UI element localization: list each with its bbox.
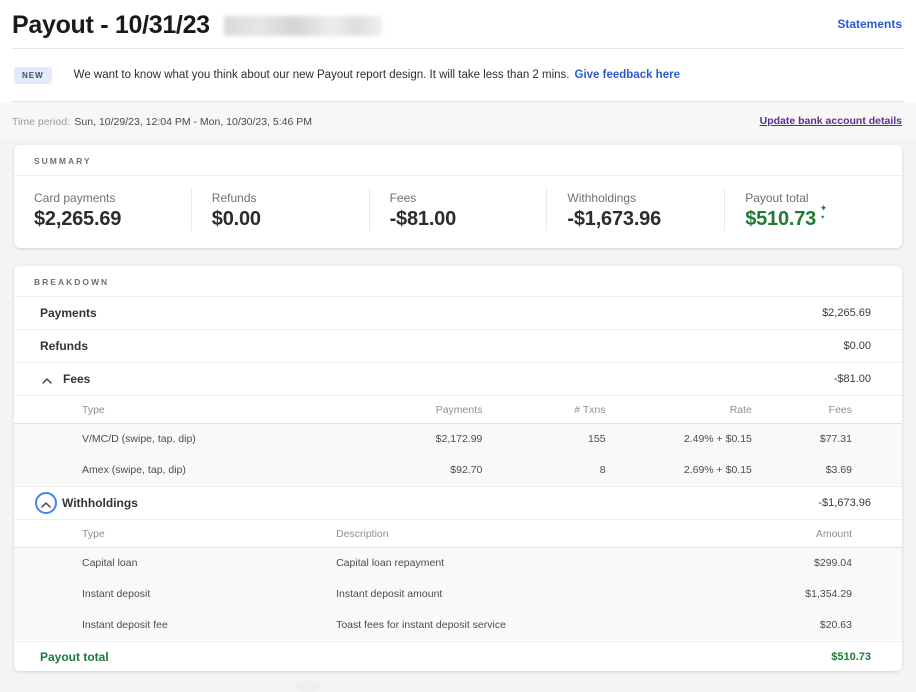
- row-value: -$1,673.96: [818, 497, 871, 509]
- summary-metric-refunds: Refunds $0.00: [191, 189, 369, 231]
- column-header: Rate: [606, 404, 752, 416]
- metric-value: -$81.00: [390, 208, 527, 231]
- row-value: $0.00: [843, 340, 871, 352]
- table-row: Instant deposit Instant deposit amount $…: [14, 579, 902, 610]
- metric-label: Withholdings: [567, 191, 704, 205]
- breakdown-card: BREAKDOWN Payments $2,265.69 Refunds $0.…: [14, 266, 902, 671]
- row-value: -$81.00: [834, 373, 871, 385]
- withholdings-table-header: Type Description Amount: [14, 520, 902, 548]
- column-header: Type: [82, 404, 336, 416]
- cell-payments: $2,172.99: [336, 433, 482, 445]
- cell-fees: $3.69: [752, 464, 852, 476]
- cell-txns: 155: [482, 433, 605, 445]
- summary-heading: SUMMARY: [14, 145, 902, 176]
- metric-label: Card payments: [34, 191, 171, 205]
- cell-type: Instant deposit: [82, 588, 336, 600]
- feedback-banner: NEW We want to know what you think about…: [0, 49, 916, 101]
- cell-amount: $299.04: [698, 557, 852, 569]
- period-row: Time period: Sun, 10/29/23, 12:04 PM - M…: [0, 102, 916, 139]
- chevron-up-icon: [42, 372, 52, 387]
- withholdings-table: Type Description Amount Capital loan Cap…: [14, 520, 902, 642]
- give-feedback-link[interactable]: Give feedback here: [575, 69, 680, 81]
- breakdown-row-payments: Payments $2,265.69: [14, 297, 902, 330]
- summary-metric-fees: Fees -$81.00: [369, 189, 547, 231]
- cell-rate: 2.49% + $0.15: [606, 433, 752, 445]
- withholdings-collapse-toggle[interactable]: [35, 492, 57, 514]
- title-row: Payout - 10/31/23 Statements: [0, 0, 916, 48]
- summary-metric-withholdings: Withholdings -$1,673.96: [546, 189, 724, 231]
- cell-payments: $92.70: [336, 464, 482, 476]
- column-header: Payments: [336, 404, 482, 416]
- row-value: $2,265.69: [822, 307, 871, 319]
- update-bank-link[interactable]: Update bank account details: [760, 115, 902, 127]
- summary-grid: Card payments $2,265.69 Refunds $0.00 Fe…: [14, 176, 902, 248]
- column-header: Amount: [698, 528, 852, 540]
- column-header: Description: [336, 528, 698, 540]
- fees-table: Type Payments # Txns Rate Fees V/MC/D (s…: [14, 396, 902, 487]
- table-row: V/MC/D (swipe, tap, dip) $2,172.99 155 2…: [14, 424, 902, 455]
- metric-label: Refunds: [212, 191, 349, 205]
- table-row: Amex (swipe, tap, dip) $92.70 8 2.69% + …: [14, 455, 902, 486]
- summary-metric-payout-total: Payout total $510.73✦✦: [724, 189, 902, 231]
- time-period: Time period: Sun, 10/29/23, 12:04 PM - M…: [12, 112, 312, 130]
- cell-description: Instant deposit amount: [336, 588, 698, 600]
- row-label: Payments: [40, 306, 97, 320]
- summary-metric-card-payments: Card payments $2,265.69: [14, 189, 191, 231]
- cell-type: Instant deposit fee: [82, 619, 336, 631]
- cell-fees: $77.31: [752, 433, 852, 445]
- row-label: Refunds: [40, 339, 88, 353]
- page-header: Payout - 10/31/23 Statements NEW We want…: [0, 0, 916, 139]
- row-value: $510.73: [831, 651, 871, 663]
- metric-value: $0.00: [212, 208, 349, 231]
- fees-collapse-toggle[interactable]: [40, 372, 54, 386]
- redacted-merchant-name: [224, 16, 382, 36]
- column-header: Fees: [752, 404, 852, 416]
- breakdown-row-withholdings: Withholdings -$1,673.96: [14, 487, 902, 520]
- cell-txns: 8: [482, 464, 605, 476]
- sparkle-icon: ✦: [820, 215, 825, 221]
- chat-bubble-peek: [294, 680, 322, 692]
- breakdown-row-refunds: Refunds $0.00: [14, 330, 902, 363]
- cell-rate: 2.69% + $0.15: [606, 464, 752, 476]
- payout-report-page: Payout - 10/31/23 Statements NEW We want…: [0, 0, 916, 671]
- cell-description: Capital loan repayment: [336, 557, 698, 569]
- time-period-value: Sun, 10/29/23, 12:04 PM - Mon, 10/30/23,…: [74, 116, 312, 128]
- breakdown-row-payout-total: Payout total $510.73: [14, 642, 902, 671]
- statements-link[interactable]: Statements: [837, 17, 902, 31]
- cell-type: Amex (swipe, tap, dip): [82, 464, 336, 476]
- breakdown-row-fees: Fees -$81.00: [14, 363, 902, 396]
- cell-description: Toast fees for instant deposit service: [336, 619, 698, 631]
- chevron-up-icon: [41, 496, 51, 511]
- breakdown-heading: BREAKDOWN: [14, 266, 902, 297]
- table-row: Instant deposit fee Toast fees for insta…: [14, 610, 902, 641]
- fees-table-header: Type Payments # Txns Rate Fees: [14, 396, 902, 424]
- row-label: Fees: [63, 372, 90, 386]
- metric-value: $510.73✦✦: [745, 208, 816, 231]
- summary-card: SUMMARY Card payments $2,265.69 Refunds …: [14, 145, 902, 248]
- cell-type: Capital loan: [82, 557, 336, 569]
- column-header: Type: [82, 528, 336, 540]
- metric-label: Payout total: [745, 191, 882, 205]
- time-period-label: Time period:: [12, 116, 70, 128]
- row-label: Withholdings: [62, 496, 138, 510]
- cell-amount: $20.63: [698, 619, 852, 631]
- banner-message: We want to know what you think about our…: [74, 69, 570, 81]
- cell-amount: $1,354.29: [698, 588, 852, 600]
- sparkle-icon: ✦: [820, 204, 827, 213]
- main-content: SUMMARY Card payments $2,265.69 Refunds …: [0, 139, 916, 671]
- column-header: # Txns: [482, 404, 605, 416]
- metric-value: -$1,673.96: [567, 208, 704, 231]
- new-badge: NEW: [14, 67, 52, 84]
- table-row: Capital loan Capital loan repayment $299…: [14, 548, 902, 579]
- metric-value: $2,265.69: [34, 208, 171, 231]
- page-title: Payout - 10/31/23: [12, 11, 210, 40]
- metric-label: Fees: [390, 191, 527, 205]
- row-label: Payout total: [40, 650, 109, 664]
- cell-type: V/MC/D (swipe, tap, dip): [82, 433, 336, 445]
